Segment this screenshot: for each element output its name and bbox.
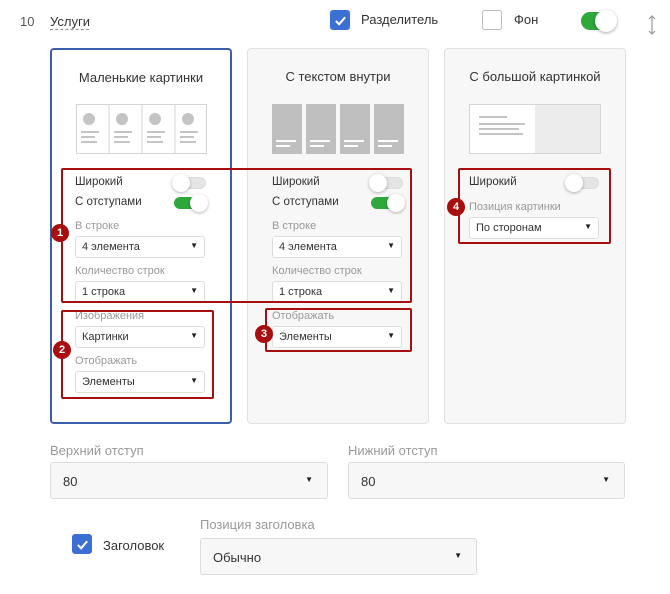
annotation-box-1 bbox=[61, 168, 412, 303]
chevron-down-icon: ▼ bbox=[305, 475, 313, 484]
annotation-badge-3: 3 bbox=[255, 325, 273, 343]
heading-label: Заголовок bbox=[103, 538, 165, 553]
heading-checkbox[interactable] bbox=[72, 534, 92, 554]
text-inside-preview bbox=[272, 104, 404, 154]
divider-checkbox[interactable] bbox=[330, 10, 350, 30]
card-title: Маленькие картинки bbox=[78, 70, 204, 85]
annotation-box-4 bbox=[458, 168, 611, 244]
annotation-box-2 bbox=[61, 310, 214, 399]
bottom-padding-label: Нижний отступ bbox=[348, 443, 438, 458]
block-visibility-toggle[interactable] bbox=[581, 10, 617, 32]
top-padding-value: 80 bbox=[63, 474, 78, 489]
annotation-badge-1: 1 bbox=[51, 224, 69, 242]
block-index: 10 bbox=[20, 14, 35, 29]
chevron-down-icon: ▼ bbox=[454, 551, 462, 560]
annotation-badge-4: 4 bbox=[447, 198, 465, 216]
card-title: С текстом внутри bbox=[285, 69, 391, 84]
top-padding-label: Верхний отступ bbox=[50, 443, 144, 458]
check-icon bbox=[334, 16, 346, 26]
annotation-badge-2: 2 bbox=[53, 341, 71, 359]
heading-position-label: Позиция заголовка bbox=[200, 517, 315, 532]
chevron-down-icon: ▼ bbox=[602, 475, 610, 484]
bottom-padding-value: 80 bbox=[361, 474, 376, 489]
resize-vertical-icon[interactable] bbox=[647, 14, 657, 36]
small-images-preview bbox=[76, 104, 207, 154]
big-image-preview bbox=[469, 104, 601, 154]
top-padding-select[interactable]: 80 ▼ bbox=[50, 462, 328, 499]
check-icon bbox=[76, 540, 88, 550]
card-title: С большой картинкой bbox=[469, 69, 601, 84]
divider-label: Разделитель bbox=[361, 12, 439, 27]
block-title[interactable]: Услуги bbox=[50, 14, 90, 29]
heading-position-select[interactable]: Обычно ▼ bbox=[200, 538, 477, 575]
background-checkbox[interactable] bbox=[482, 10, 502, 30]
annotation-box-3 bbox=[265, 308, 412, 352]
bottom-padding-select[interactable]: 80 ▼ bbox=[348, 462, 625, 499]
background-label: Фон bbox=[514, 12, 539, 27]
heading-position-value: Обычно bbox=[213, 550, 262, 565]
